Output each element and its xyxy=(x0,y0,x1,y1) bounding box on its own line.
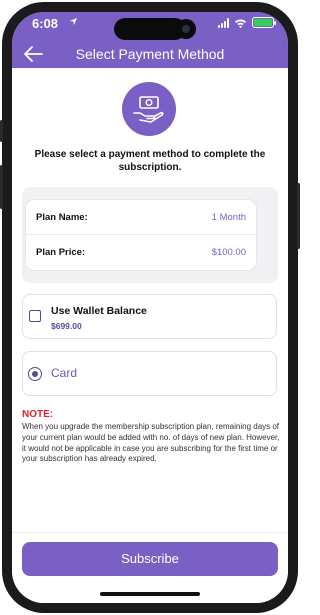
note-title: NOTE: xyxy=(22,409,54,420)
wallet-balance-amount: $699.00 xyxy=(51,321,82,331)
subscribe-button[interactable]: Subscribe xyxy=(22,542,278,576)
payment-hero-icon xyxy=(122,82,176,136)
status-icons xyxy=(218,17,276,28)
cash-in-hand-icon xyxy=(133,96,164,123)
instruction-text: Please select a payment method to comple… xyxy=(34,149,266,173)
wallet-checkbox[interactable] xyxy=(29,310,41,322)
battery-icon xyxy=(252,17,276,28)
front-camera xyxy=(176,19,196,39)
power-button xyxy=(297,183,300,249)
home-indicator[interactable] xyxy=(100,592,200,596)
plan-divider xyxy=(26,234,256,235)
plan-name-label: Plan Name: xyxy=(36,211,88,223)
location-arrow-icon xyxy=(69,17,78,26)
app-header: 6:08 Select Payment Method xyxy=(12,12,288,68)
plan-name-row: Plan Name: 1 Month xyxy=(36,210,246,224)
wifi-icon xyxy=(234,18,247,28)
app-screen: 6:08 Select Payment Method Please select… xyxy=(12,12,288,603)
wallet-balance-option[interactable]: Use Wallet Balance $699.00 xyxy=(22,294,277,339)
card-radio-selected[interactable] xyxy=(28,367,42,381)
note-text: When you upgrade the membership subscrip… xyxy=(22,422,280,464)
plan-name-value: 1 Month xyxy=(211,211,246,223)
wallet-option-label: Use Wallet Balance xyxy=(51,305,147,317)
plan-price-value: $100.00 xyxy=(211,246,246,258)
cellular-signal-icon xyxy=(218,17,229,28)
plan-price-label: Plan Price: xyxy=(36,246,86,258)
volume-up-button xyxy=(0,120,3,142)
card-option-label: Card xyxy=(51,366,78,380)
card-option[interactable]: Card xyxy=(22,351,277,396)
status-time: 6:08 xyxy=(32,16,59,31)
plan-summary-card: Plan Name: 1 Month Plan Price: $100.00 xyxy=(26,200,256,270)
volume-down-button xyxy=(0,165,3,209)
page-title: Select Payment Method xyxy=(75,46,225,62)
plan-price-row: Plan Price: $100.00 xyxy=(36,245,246,259)
status-bar: 6:08 xyxy=(12,12,288,40)
